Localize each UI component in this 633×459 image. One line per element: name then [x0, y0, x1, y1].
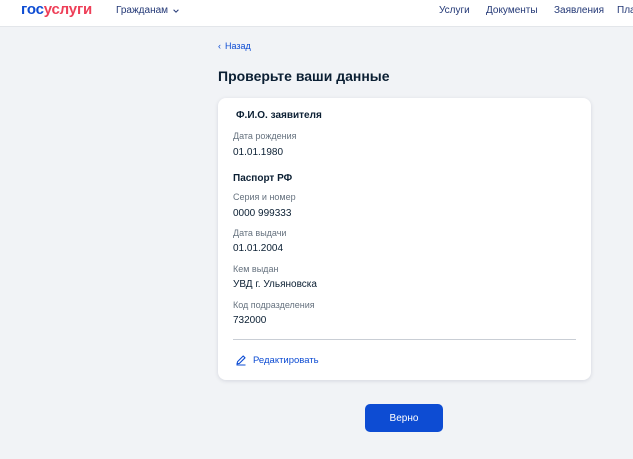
- series-value: 0000 999333: [233, 208, 292, 219]
- data-review-card: Ф.И.О. заявителя Дата рождения 01.01.198…: [218, 98, 591, 380]
- confirm-button[interactable]: Верно: [365, 404, 443, 432]
- chevron-down-icon: [173, 8, 179, 13]
- divider: [233, 339, 576, 340]
- edit-label: Редактировать: [253, 354, 319, 366]
- page-title: Проверьте ваши данные: [218, 68, 390, 84]
- birth-date-value: 01.01.1980: [233, 147, 284, 158]
- division-code-label: Код подразделения: [233, 300, 315, 310]
- back-label: Назад: [225, 41, 251, 51]
- division-code-value: 732000: [233, 315, 267, 326]
- series-label: Серия и номер: [233, 192, 296, 202]
- chevron-left-icon: ‹: [218, 40, 221, 51]
- applicant-heading: Ф.И.О. заявителя: [236, 110, 322, 121]
- gosuslugi-logo[interactable]: госуслуги: [21, 2, 92, 18]
- citizens-dropdown[interactable]: Гражданам: [116, 5, 180, 16]
- edit-link[interactable]: Редактировать: [235, 354, 319, 366]
- nav-link-services[interactable]: Услуги: [439, 5, 470, 16]
- citizens-label: Гражданам: [116, 5, 169, 16]
- birth-date-label: Дата рождения: [233, 131, 297, 141]
- issue-date-label: Дата выдачи: [233, 228, 287, 238]
- nav-link-applications[interactable]: Заявления: [554, 5, 604, 16]
- passport-heading: Паспорт РФ: [233, 173, 293, 184]
- pencil-icon: [236, 355, 246, 366]
- nav-link-documents[interactable]: Документы: [486, 5, 538, 16]
- issue-date-value: 01.01.2004: [233, 243, 284, 254]
- nav-link-payments-truncated[interactable]: Пла: [617, 5, 633, 16]
- top-navigation-bar: госуслуги Гражданам Услуги Документы Зая…: [0, 0, 633, 27]
- back-link[interactable]: ‹ Назад: [218, 41, 251, 51]
- logo-text-part1: гос: [21, 1, 44, 18]
- issued-by-label: Кем выдан: [233, 264, 279, 274]
- issued-by-value: УВД г. Ульяновска: [233, 279, 317, 290]
- logo-text-part2: услуги: [43, 1, 93, 18]
